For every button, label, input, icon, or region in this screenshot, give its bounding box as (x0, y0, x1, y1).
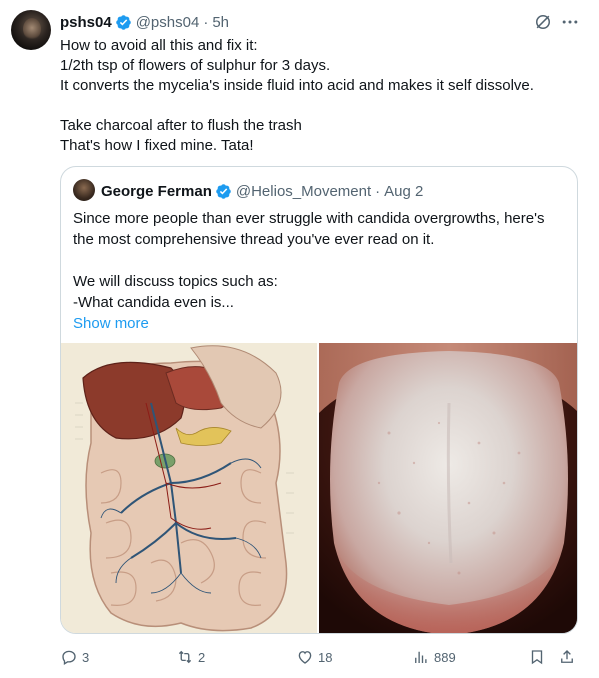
tweet-header: pshs04 @pshs04 · 5h (60, 12, 229, 32)
tweet-line: That's how I fixed mine. Tata! (60, 137, 254, 154)
anatomy-illustration-image[interactable] (61, 343, 317, 633)
avatar[interactable] (11, 10, 51, 50)
views-icon (415, 651, 427, 663)
quoted-date[interactable]: Aug 2 (384, 183, 423, 200)
tweet-line (60, 96, 580, 116)
repost-icon (178, 650, 192, 664)
reply-count: 3 (82, 649, 90, 665)
views-count: 889 (434, 649, 456, 665)
verified-badge-icon (216, 183, 231, 199)
bookmark-button[interactable] (528, 648, 546, 666)
repost-count: 2 (198, 649, 206, 665)
like-icon (298, 651, 312, 664)
more-icon[interactable] (560, 12, 580, 32)
views-button[interactable]: 889 (412, 648, 456, 666)
action-bar: 3 2 18 889 (60, 648, 580, 668)
quoted-line: We will discuss topics such as: (73, 273, 278, 290)
quoted-line (73, 250, 567, 271)
handle[interactable]: @pshs04 (136, 14, 200, 31)
repost-button[interactable]: 2 (176, 648, 205, 666)
show-more-link[interactable]: Show more (73, 313, 567, 334)
tweet-line: How to avoid all this and fix it: (60, 37, 258, 54)
share-icon (561, 650, 573, 663)
tweet-line: Take charcoal after to flush the trash (60, 117, 302, 134)
tweet-text: How to avoid all this and fix it: 1/2th … (60, 36, 580, 156)
timestamp[interactable]: 5h (212, 14, 229, 31)
bookmark-icon (531, 650, 543, 665)
quoted-avatar[interactable] (73, 179, 95, 201)
like-button[interactable]: 18 (296, 648, 332, 666)
quoted-text: Since more people than ever struggle wit… (73, 208, 567, 334)
quoted-line: -What candida even is... (73, 294, 234, 311)
quoted-handle[interactable]: @Helios_Movement (236, 183, 371, 200)
quoted-line: the most comprehensive thread you've eve… (73, 231, 435, 248)
separator-dot: · (203, 13, 209, 31)
share-button[interactable] (558, 648, 576, 666)
quoted-line: Since more people than ever struggle wit… (73, 210, 545, 227)
separator-dot: · (375, 182, 381, 200)
like-count: 18 (318, 649, 333, 665)
quoted-header: George Ferman @Helios_Movement · Aug 2 (101, 181, 423, 201)
quoted-tweet[interactable]: George Ferman @Helios_Movement · Aug 2 S… (60, 166, 578, 634)
reply-icon (62, 650, 76, 665)
quoted-display-name[interactable]: George Ferman (101, 183, 212, 200)
tweet-line: It converts the mycelia's inside fluid i… (60, 77, 534, 94)
tweet-line: 1/2th tsp of flowers of sulphur for 3 da… (60, 57, 331, 74)
display-name[interactable]: pshs04 (60, 14, 112, 31)
reply-button[interactable]: 3 (60, 648, 89, 666)
tongue-photo-image[interactable] (319, 343, 577, 633)
tweet[interactable]: pshs04 @pshs04 · 5h How to avoid all thi… (0, 0, 599, 678)
grok-icon[interactable] (533, 12, 553, 32)
verified-badge-icon (115, 14, 131, 30)
